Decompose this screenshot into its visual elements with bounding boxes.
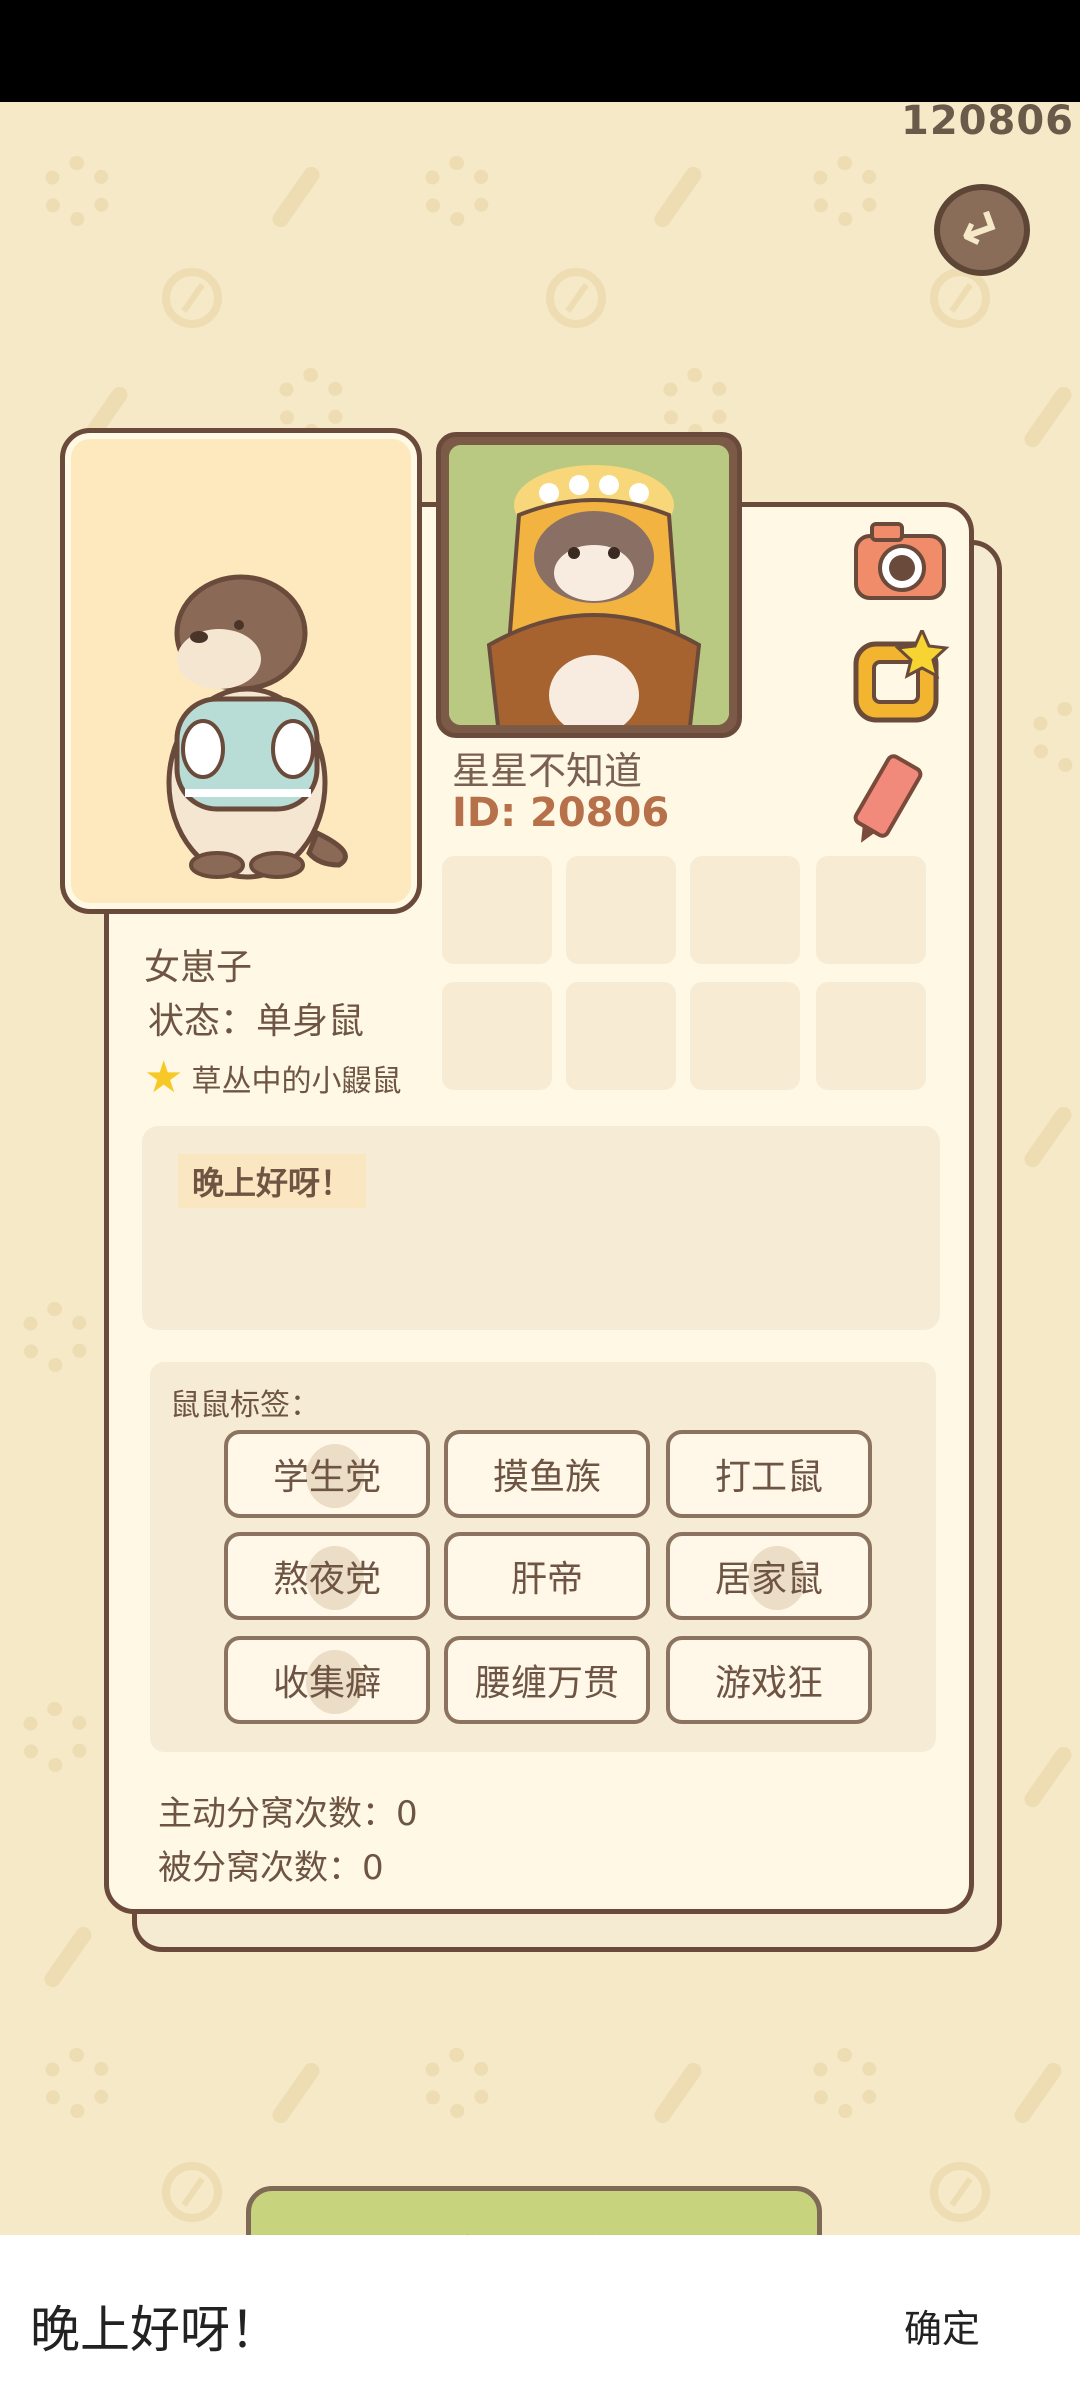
item-slot[interactable] xyxy=(690,856,800,964)
profile-photo-frame[interactable] xyxy=(436,432,742,738)
camera-icon[interactable] xyxy=(852,520,948,602)
tag-button[interactable]: 收集癖 xyxy=(224,1636,430,1724)
tag-label: 收集癖 xyxy=(272,1663,381,1704)
tag-label: 居家鼠 xyxy=(714,1559,823,1600)
tag-label: 肝帝 xyxy=(510,1559,583,1600)
back-button[interactable]: ↵ xyxy=(934,184,1030,276)
item-slot[interactable] xyxy=(442,856,552,964)
item-slot[interactable] xyxy=(566,982,676,1090)
tag-button[interactable]: 摸鱼族 xyxy=(444,1430,650,1518)
star-icon: ★ xyxy=(144,1052,184,1103)
nickname: 星星不知道 xyxy=(452,749,643,793)
greeting-input[interactable]: 晚上好呀！ xyxy=(30,2290,280,2362)
tag-label: 熬夜党 xyxy=(272,1559,381,1600)
tag-button[interactable]: 腰缠万贯 xyxy=(444,1636,650,1724)
tag-button[interactable]: 打工鼠 xyxy=(666,1430,872,1518)
item-slot[interactable] xyxy=(690,982,800,1090)
tag-label: 游戏狂 xyxy=(714,1663,823,1704)
item-slot[interactable] xyxy=(816,982,926,1090)
tag-button[interactable]: 肝帝 xyxy=(444,1532,650,1620)
greeting-text: 晚上好呀！ xyxy=(178,1154,367,1208)
tags-title: 鼠鼠标签： xyxy=(170,1388,320,1423)
tag-label: 学生党 xyxy=(272,1457,381,1498)
gender-label: 女崽子 xyxy=(144,947,253,988)
otter-avatar-frame[interactable] xyxy=(60,428,422,914)
item-slot[interactable] xyxy=(816,856,926,964)
return-arrow-icon: ↵ xyxy=(951,194,1013,266)
tag-button[interactable]: 熬夜党 xyxy=(224,1532,430,1620)
coin-counter: 120806 xyxy=(901,98,1074,144)
photo-frame-star-icon[interactable] xyxy=(850,630,950,726)
tag-label: 腰缠万贯 xyxy=(474,1663,619,1704)
tag-button[interactable]: 居家鼠 xyxy=(666,1532,872,1620)
title-badge: ★ 草丛中的小鼹鼠 xyxy=(144,1056,401,1100)
relationship-status: 状态：单身鼠 xyxy=(148,1001,365,1042)
tag-button[interactable]: 游戏狂 xyxy=(666,1636,872,1724)
user-id: ID: 20806 xyxy=(452,790,670,836)
item-slot[interactable] xyxy=(566,856,676,964)
item-slot[interactable] xyxy=(442,982,552,1090)
tag-button[interactable]: 学生党 xyxy=(224,1430,430,1518)
active-split-count: 主动分窝次数：0 xyxy=(158,1794,418,1834)
tag-label: 打工鼠 xyxy=(714,1457,823,1498)
status-bar xyxy=(0,0,1080,102)
title-badge-label: 草丛中的小鼹鼠 xyxy=(191,1064,402,1099)
hamster-photo-icon xyxy=(449,445,729,725)
otter-character-icon xyxy=(166,574,348,880)
passive-split-count: 被分窝次数：0 xyxy=(158,1848,384,1888)
confirm-button[interactable]: 确定 xyxy=(904,2298,980,2353)
tag-label: 摸鱼族 xyxy=(492,1457,601,1498)
